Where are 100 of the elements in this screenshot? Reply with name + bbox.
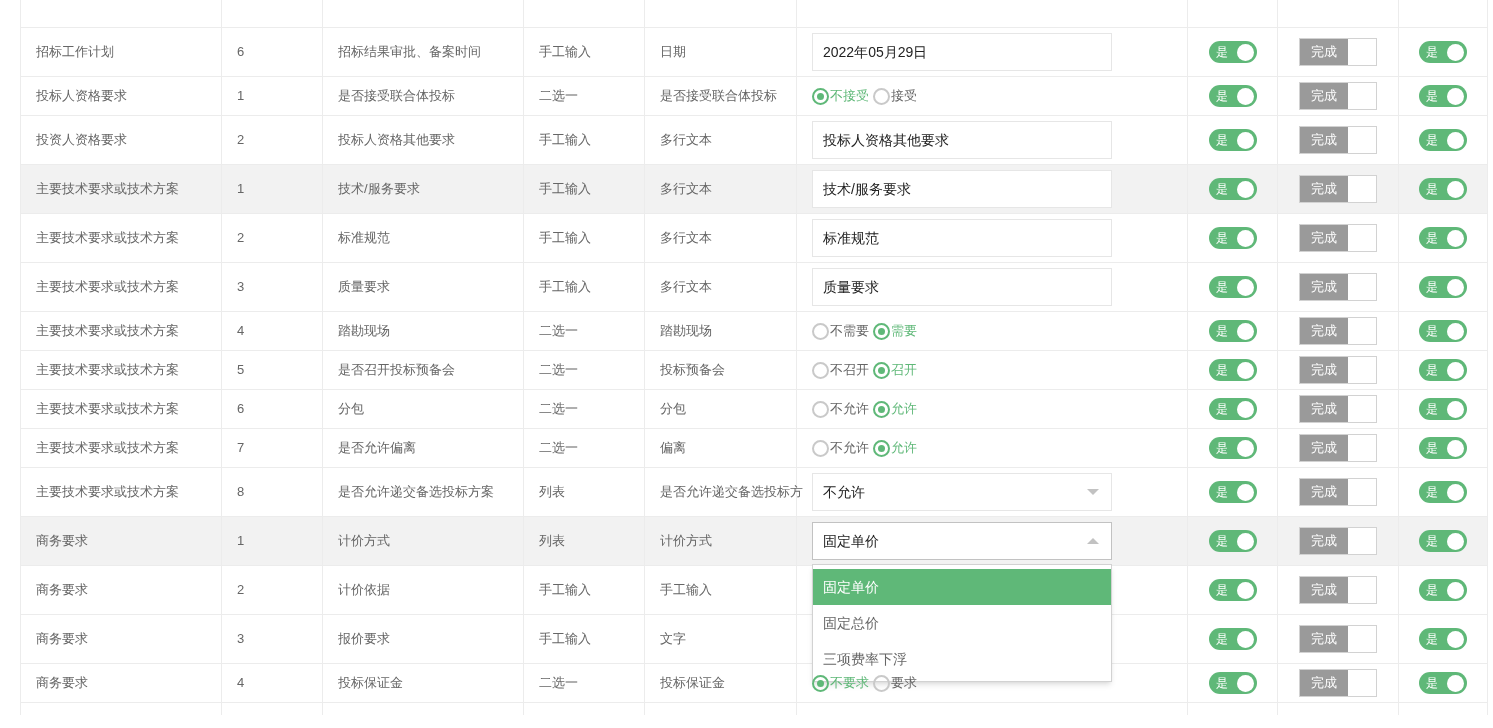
table-cell-text: 是否接受联合体投标	[660, 87, 777, 106]
toggle-switch[interactable]: 是	[1419, 359, 1467, 381]
table-cell-text: 踏勘现场	[660, 322, 712, 341]
table-cell-text: 3	[237, 630, 245, 649]
radio-option[interactable]: 不需要	[812, 321, 869, 341]
table-cell-text: 手工输入	[539, 43, 591, 62]
toggle-switch[interactable]: 是	[1419, 41, 1467, 63]
toggle-switch[interactable]: 是	[1208, 41, 1257, 63]
radio-option[interactable]: 不允许	[812, 399, 869, 419]
toggle-switch[interactable]: 是	[1208, 672, 1257, 694]
table-cell-text: 二选一	[539, 87, 578, 106]
toggle-switch[interactable]: 是	[1208, 359, 1257, 381]
table-cell-text: 6	[237, 400, 245, 419]
toggle-switch[interactable]: 是	[1419, 398, 1467, 420]
toggle-switch[interactable]: 是	[1208, 579, 1257, 601]
table-cell-text: 商务要求	[36, 532, 88, 551]
table-cell-text: 报价要求	[338, 630, 390, 649]
table-cell-text: 手工输入	[539, 180, 591, 199]
table-cell-text: 主要技术要求或技术方案	[36, 361, 179, 380]
toggle-switch[interactable]: 是	[1208, 129, 1257, 151]
table-cell-text: 主要技术要求或技术方案	[36, 483, 179, 502]
toggle-switch[interactable]: 是	[1208, 628, 1257, 650]
table-cell-text: 计价方式	[338, 532, 390, 551]
table-cell-text: 二选一	[539, 439, 578, 458]
toggle-switch[interactable]: 是	[1208, 320, 1257, 342]
select-field[interactable]: 固定单价	[812, 522, 1112, 560]
toggle-switch[interactable]: 是	[1419, 530, 1467, 552]
radio-option[interactable]: 不允许	[812, 438, 869, 458]
table-cell-text: 1	[237, 532, 245, 551]
table-cell-text: 手工输入	[539, 229, 591, 248]
select-field[interactable]: 不允许	[812, 473, 1112, 511]
table-cell-text: 商务要求	[36, 581, 88, 600]
radio-option[interactable]: 召开	[873, 360, 917, 380]
table-cell-text: 偏离	[660, 439, 686, 458]
input-field[interactable]: 标准规范	[812, 219, 1112, 257]
radio-option[interactable]: 允许	[873, 399, 917, 419]
table-cell-text: 分包	[338, 400, 364, 419]
dropdown-option[interactable]: 固定总价	[813, 605, 1111, 641]
input-field[interactable]: 质量要求	[812, 268, 1112, 306]
table-cell-text: 6	[237, 43, 245, 62]
toggle-switch[interactable]: 是	[1208, 276, 1257, 298]
table-cell-text: 8	[237, 483, 245, 502]
toggle-switch[interactable]: 是	[1419, 672, 1467, 694]
table-cell-text: 4	[237, 674, 245, 693]
table-cell-text: 主要技术要求或技术方案	[36, 229, 179, 248]
toggle-switch[interactable]: 是	[1419, 437, 1467, 459]
table-cell-text: 质量要求	[338, 278, 390, 297]
table-cell-text: 多行文本	[660, 131, 712, 150]
toggle-switch[interactable]: 是	[1208, 227, 1257, 249]
table-cell-text: 招标结果审批、备案时间	[338, 43, 481, 62]
table-cell-text: 投资人资格要求	[36, 131, 127, 150]
radio-option[interactable]: 允许	[873, 438, 917, 458]
toggle-switch[interactable]: 是	[1419, 320, 1467, 342]
toggle-switch[interactable]: 是	[1419, 129, 1467, 151]
toggle-switch[interactable]: 是	[1419, 579, 1467, 601]
toggle-switch[interactable]: 是	[1419, 276, 1467, 298]
dropdown-option[interactable]: 固定单价	[813, 569, 1111, 605]
toggle-switch[interactable]: 是	[1419, 178, 1467, 200]
table-cell-text: 标准规范	[338, 229, 390, 248]
table-cell-text: 是否允许递交备选投标方案	[338, 483, 494, 502]
table-cell-text: 2	[237, 229, 245, 248]
input-field[interactable]: 投标人资格其他要求	[812, 121, 1112, 159]
table-cell-text: 文字	[660, 630, 686, 649]
table-cell-text: 投标保证金	[338, 674, 403, 693]
toggle-switch[interactable]: 是	[1208, 85, 1257, 107]
toggle-switch[interactable]: 是	[1208, 437, 1257, 459]
table-cell-text: 主要技术要求或技术方案	[36, 180, 179, 199]
table-cell-text: 是否允许递交备选投标方	[660, 483, 803, 502]
toggle-switch[interactable]: 是	[1208, 178, 1257, 200]
table-cell-text: 二选一	[539, 674, 578, 693]
radio-option[interactable]: 接受	[873, 86, 917, 106]
table-cell-text: 主要技术要求或技术方案	[36, 322, 179, 341]
toggle-switch[interactable]: 是	[1419, 628, 1467, 650]
table-cell-text: 4	[237, 322, 245, 341]
input-field[interactable]: 2022年05月29日	[812, 33, 1112, 71]
radio-option[interactable]: 不召开	[812, 360, 869, 380]
table-cell-text: 是否接受联合体投标	[338, 87, 455, 106]
table-cell-text: 1	[237, 87, 245, 106]
table-cell-text: 多行文本	[660, 180, 712, 199]
toggle-switch[interactable]: 是	[1208, 398, 1257, 420]
caret-icon	[1087, 489, 1099, 495]
table-cell-text: 招标工作计划	[36, 43, 114, 62]
input-field[interactable]: 技术/服务要求	[812, 170, 1112, 208]
table-cell-text: 计价依据	[338, 581, 390, 600]
toggle-switch[interactable]: 是	[1208, 481, 1257, 503]
toggle-switch[interactable]: 是	[1208, 530, 1257, 552]
table-cell-text: 踏勘现场	[338, 322, 390, 341]
table-cell-text: 2	[237, 131, 245, 150]
toggle-switch[interactable]: 是	[1419, 227, 1467, 249]
caret-icon	[1087, 538, 1099, 544]
radio-option[interactable]: 不接受	[812, 86, 869, 106]
toggle-switch[interactable]: 是	[1419, 481, 1467, 503]
table-cell-text: 手工输入	[539, 278, 591, 297]
radio-option[interactable]: 需要	[873, 321, 917, 341]
table-cell-text: 是否召开投标预备会	[338, 361, 455, 380]
table-cell-text: 分包	[660, 400, 686, 419]
toggle-switch[interactable]: 是	[1419, 85, 1467, 107]
table-cell-text: 二选一	[539, 361, 578, 380]
table-cell-text: 二选一	[539, 322, 578, 341]
table-cell-text: 二选一	[539, 400, 578, 419]
